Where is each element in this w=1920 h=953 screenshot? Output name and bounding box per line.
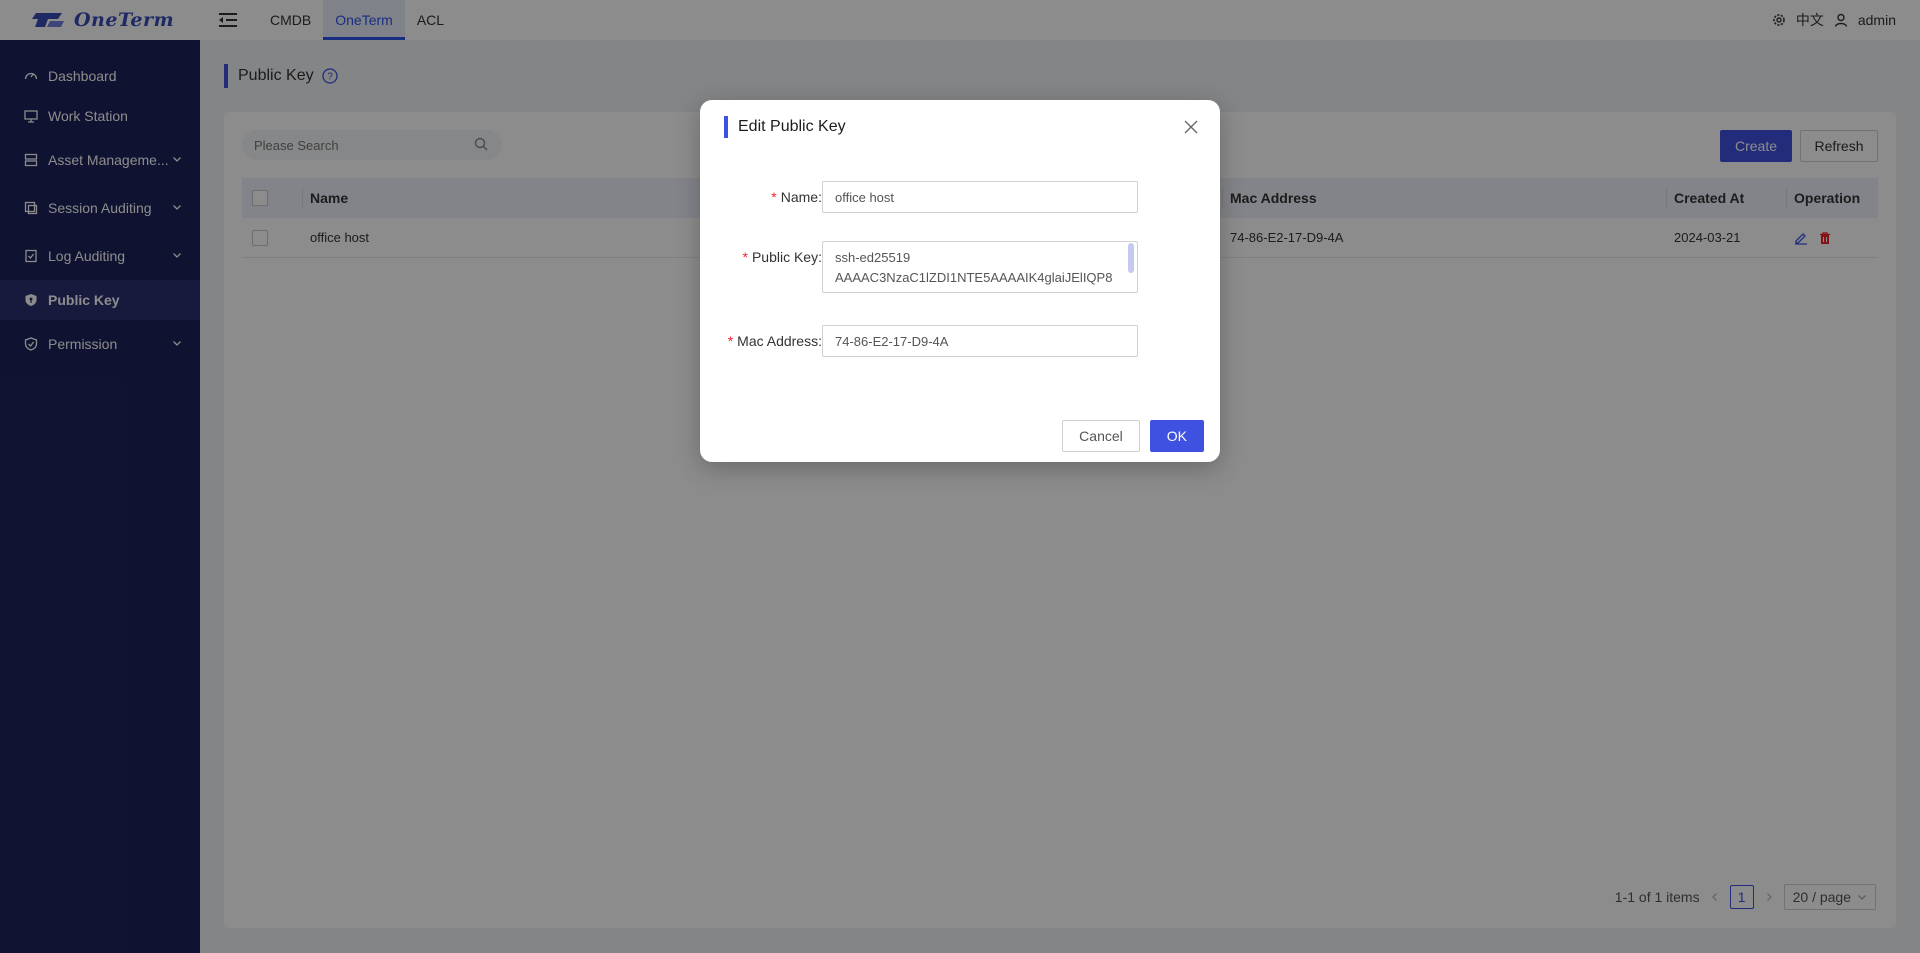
mac-address-input[interactable] xyxy=(822,325,1138,357)
modal-footer: Cancel OK xyxy=(1062,420,1204,452)
form-row-public-key: * Public Key: xyxy=(700,241,1220,293)
edit-public-key-modal: Edit Public Key *Name: *Public Key: *Mac… xyxy=(700,100,1220,462)
cancel-button[interactable]: Cancel xyxy=(1062,420,1140,452)
modal-title-accent-bar xyxy=(724,116,728,138)
modal-title: Edit Public Key xyxy=(738,118,846,135)
form-row-mac-address: * Mac Address: xyxy=(700,325,1220,357)
modal-header: Edit Public Key xyxy=(724,116,846,138)
textarea-scrollbar[interactable] xyxy=(1128,243,1134,273)
public-key-textarea[interactable] xyxy=(822,241,1138,293)
form-row-name: * Name: xyxy=(700,181,1220,213)
public-key-label: * Public Key: xyxy=(742,249,823,265)
ok-button[interactable]: OK xyxy=(1149,420,1204,452)
mac-address-label: * Mac Address: xyxy=(727,333,822,349)
name-input[interactable] xyxy=(822,181,1138,213)
name-label: * Name: xyxy=(771,189,822,205)
close-icon[interactable] xyxy=(1182,118,1200,136)
